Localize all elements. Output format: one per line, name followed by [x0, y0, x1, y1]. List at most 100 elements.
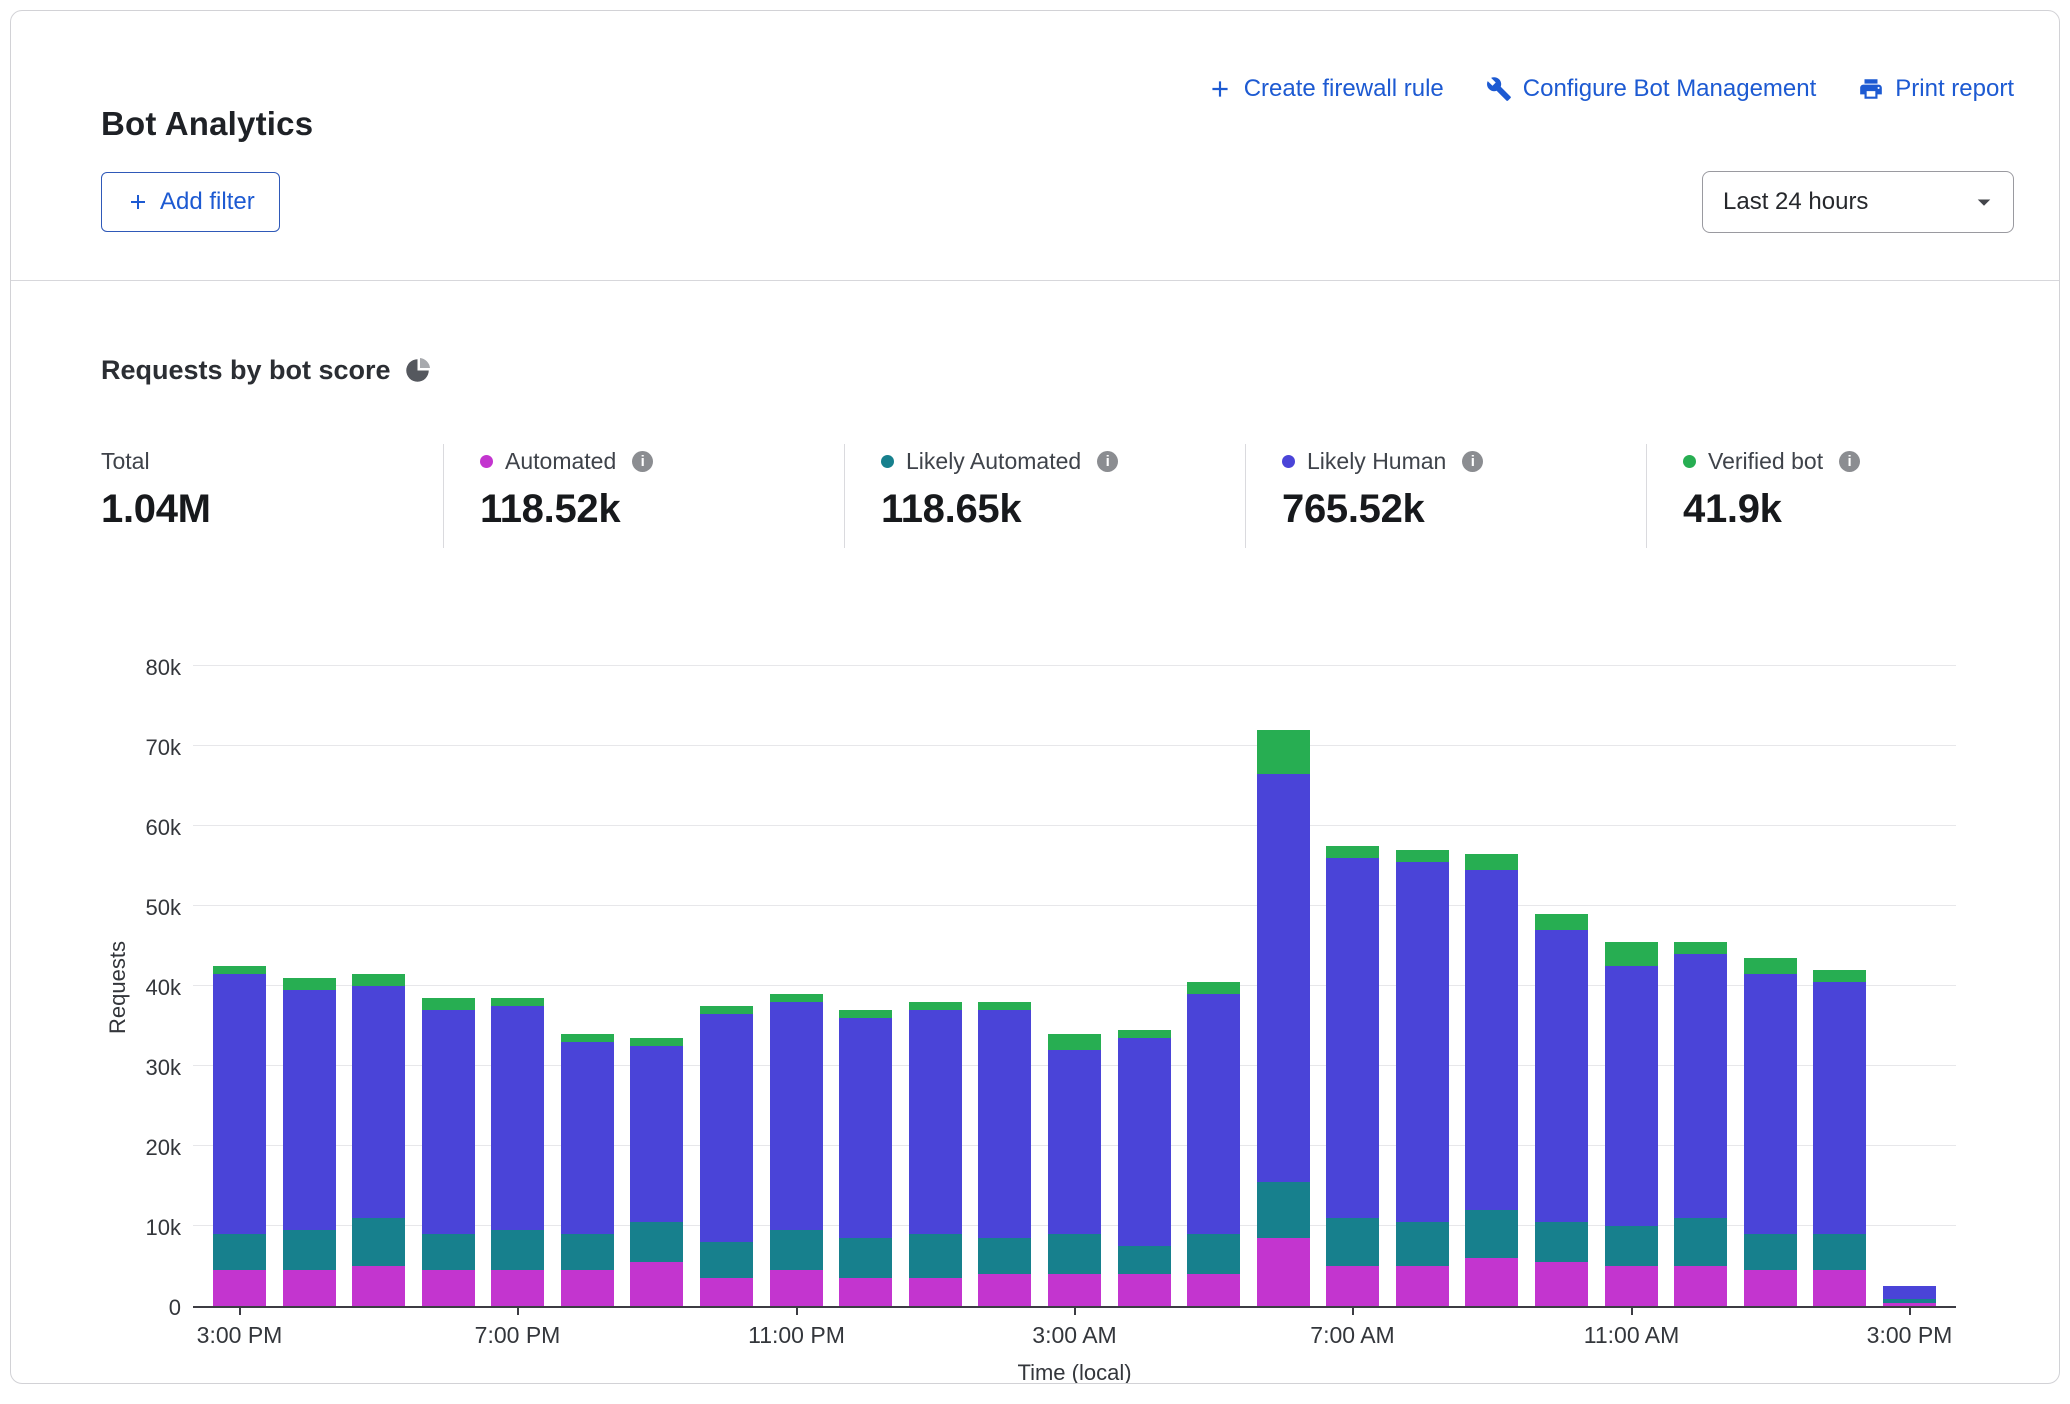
stat-value: 41.9k	[1683, 487, 1956, 532]
bar-segment-verified-bot	[1257, 730, 1310, 774]
stacked-bar[interactable]	[770, 994, 823, 1306]
stat-total: Total 1.04M	[101, 444, 443, 548]
bar-segment-likely-automated	[491, 1230, 544, 1270]
info-icon[interactable]	[1462, 451, 1483, 472]
bar-segment-likely-human	[1118, 1038, 1171, 1246]
bar-segment-verified-bot	[422, 998, 475, 1010]
automated-legend-dot	[480, 455, 493, 468]
x-axis-labels: 3:00 PM7:00 PM11:00 PM3:00 AM7:00 AM11:0…	[193, 1322, 1956, 1350]
info-icon[interactable]	[1839, 451, 1860, 472]
y-tick-label: 40k	[146, 975, 181, 1001]
plus-icon	[1207, 76, 1233, 102]
bar-segment-likely-human	[630, 1046, 683, 1222]
stacked-bar[interactable]	[1813, 970, 1866, 1306]
bar-segment-automated	[352, 1266, 405, 1306]
stat-value: 765.52k	[1282, 487, 1646, 532]
stat-automated: Automated 118.52k	[443, 444, 844, 548]
time-range-value: Last 24 hours	[1723, 188, 1868, 216]
bar-segment-likely-automated	[770, 1230, 823, 1270]
x-axis-label: Time (local)	[193, 1360, 1956, 1384]
stat-likely-human: Likely Human 765.52k	[1245, 444, 1646, 548]
stacked-bar[interactable]	[1465, 854, 1518, 1306]
info-icon[interactable]	[1097, 451, 1118, 472]
x-tick-mark	[1074, 1306, 1076, 1315]
bar-segment-automated	[1048, 1274, 1101, 1306]
bar-segment-automated	[909, 1278, 962, 1306]
y-tick-label: 0	[169, 1295, 181, 1321]
bar-segment-verified-bot	[1326, 846, 1379, 858]
stacked-bar[interactable]	[1744, 958, 1797, 1306]
bar-segment-verified-bot	[1048, 1034, 1101, 1050]
stacked-bar[interactable]	[422, 998, 475, 1306]
bar-segment-likely-human	[839, 1018, 892, 1238]
bar-segment-likely-automated	[1813, 1234, 1866, 1270]
configure-bot-management-link[interactable]: Configure Bot Management	[1486, 75, 1817, 103]
stacked-bar[interactable]	[1326, 846, 1379, 1306]
stacked-bar[interactable]	[1257, 730, 1310, 1306]
pie-chart-icon	[405, 358, 430, 383]
stacked-bar[interactable]	[491, 998, 544, 1306]
add-filter-button[interactable]: Add filter	[101, 172, 280, 232]
stacked-bar[interactable]	[213, 966, 266, 1306]
bar-segment-likely-human	[1883, 1286, 1936, 1299]
stacked-bar[interactable]	[1118, 1030, 1171, 1306]
bar-segment-likely-human	[1813, 982, 1866, 1234]
bar-segment-automated	[213, 1270, 266, 1306]
x-tick-label: 3:00 AM	[1032, 1322, 1116, 1349]
stacked-bar[interactable]	[561, 1034, 614, 1306]
stacked-bar[interactable]	[1674, 942, 1727, 1306]
stacked-bar[interactable]	[630, 1038, 683, 1306]
stacked-bar[interactable]	[1396, 850, 1449, 1306]
x-tick-label: 3:00 PM	[197, 1322, 283, 1349]
stacked-bar[interactable]	[1883, 1286, 1936, 1306]
time-range-select[interactable]: Last 24 hours	[1702, 171, 2014, 233]
stacked-bar[interactable]	[839, 1010, 892, 1306]
bar-segment-automated	[1535, 1262, 1588, 1306]
stacked-bar[interactable]	[352, 974, 405, 1306]
stacked-bar[interactable]	[1048, 1034, 1101, 1306]
header-actions: Create firewall rule Configure Bot Manag…	[1207, 75, 2014, 103]
bar-segment-verified-bot	[213, 966, 266, 974]
bar-segment-likely-human	[978, 1010, 1031, 1238]
bar-segment-automated	[1118, 1274, 1171, 1306]
stat-label: Automated	[505, 448, 616, 475]
stacked-bar[interactable]	[283, 978, 336, 1306]
bar-segment-likely-automated	[352, 1218, 405, 1266]
x-tick-label: 7:00 PM	[475, 1322, 561, 1349]
printer-icon	[1858, 76, 1884, 102]
section-title: Requests by bot score	[101, 355, 391, 386]
create-firewall-rule-link[interactable]: Create firewall rule	[1207, 75, 1444, 103]
bar-segment-verified-bot	[839, 1010, 892, 1018]
bar-segment-likely-automated	[978, 1238, 1031, 1274]
bar-segment-likely-automated	[1535, 1222, 1588, 1262]
stacked-bar[interactable]	[1535, 914, 1588, 1306]
bar-segment-likely-automated	[700, 1242, 753, 1278]
stacked-bar[interactable]	[1605, 942, 1658, 1306]
bar-segment-verified-bot	[770, 994, 823, 1002]
print-report-link[interactable]: Print report	[1858, 75, 2014, 103]
stacked-bar[interactable]	[700, 1006, 753, 1306]
y-tick-label: 30k	[146, 1055, 181, 1081]
y-axis-ticks: 010k20k30k40k50k60k70k80k	[135, 668, 193, 1308]
bar-segment-likely-automated	[1048, 1234, 1101, 1274]
bar-segment-likely-automated	[1187, 1234, 1240, 1274]
gridline	[193, 665, 1956, 666]
x-tick-label: 11:00 PM	[748, 1322, 845, 1349]
bar-segment-likely-human	[1744, 974, 1797, 1234]
bar-segment-automated	[1813, 1270, 1866, 1306]
bar-segment-automated	[283, 1270, 336, 1306]
wrench-icon	[1486, 76, 1512, 102]
bar-segment-automated	[839, 1278, 892, 1306]
stacked-bar[interactable]	[909, 1002, 962, 1306]
bar-segment-likely-human	[1257, 774, 1310, 1182]
bar-segment-likely-human	[561, 1042, 614, 1234]
y-tick-label: 60k	[146, 815, 181, 841]
stacked-bar[interactable]	[1187, 982, 1240, 1306]
bar-segment-likely-human	[1465, 870, 1518, 1210]
x-tick-mark	[1909, 1306, 1911, 1315]
action-label: Create firewall rule	[1244, 75, 1444, 103]
likely-human-legend-dot	[1282, 455, 1295, 468]
info-icon[interactable]	[632, 451, 653, 472]
stacked-bar[interactable]	[978, 1002, 1031, 1306]
action-label: Configure Bot Management	[1523, 75, 1817, 103]
